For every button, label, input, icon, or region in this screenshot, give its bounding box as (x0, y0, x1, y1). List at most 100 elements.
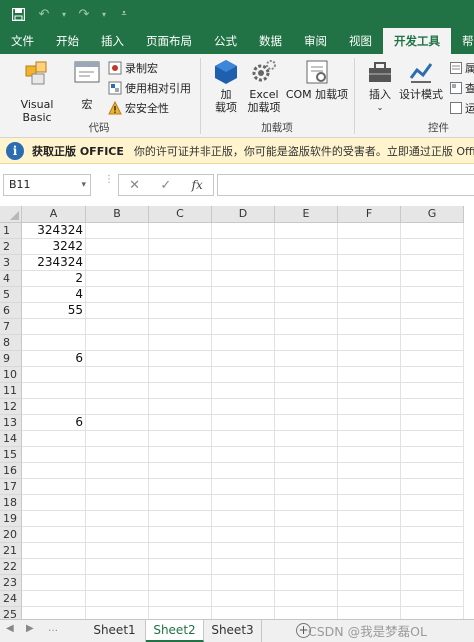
row-header-19[interactable]: 19 (0, 511, 22, 527)
cell-c12[interactable] (149, 399, 212, 415)
cell-e25[interactable] (275, 607, 338, 619)
cell-a11[interactable] (22, 383, 86, 399)
cell-a23[interactable] (22, 575, 86, 591)
addins-button[interactable]: 加 载项 (210, 58, 242, 114)
cell-a4[interactable]: 2 (22, 271, 86, 287)
cell-e21[interactable] (275, 543, 338, 559)
cell-b17[interactable] (86, 479, 149, 495)
cell-f10[interactable] (338, 367, 401, 383)
cell-e10[interactable] (275, 367, 338, 383)
cell-c13[interactable] (149, 415, 212, 431)
next-sheet-icon[interactable]: ▶ (26, 623, 34, 634)
row-header-7[interactable]: 7 (0, 319, 22, 335)
cell-f6[interactable] (338, 303, 401, 319)
visual-basic-button[interactable]: Visual Basic (6, 58, 68, 124)
row-header-13[interactable]: 13 (0, 415, 22, 431)
cell-g12[interactable] (401, 399, 464, 415)
enter-icon[interactable]: ✓ (160, 178, 171, 193)
cell-f23[interactable] (338, 575, 401, 591)
row-header-15[interactable]: 15 (0, 447, 22, 463)
cell-d1[interactable] (212, 223, 275, 239)
cell-b12[interactable] (86, 399, 149, 415)
cell-d21[interactable] (212, 543, 275, 559)
cell-a14[interactable] (22, 431, 86, 447)
tab-3[interactable]: 页面布局 (135, 28, 203, 54)
cell-b2[interactable] (86, 239, 149, 255)
cell-e12[interactable] (275, 399, 338, 415)
cell-g2[interactable] (401, 239, 464, 255)
insert-function-icon[interactable]: fx (192, 178, 203, 192)
cell-c15[interactable] (149, 447, 212, 463)
cell-e20[interactable] (275, 527, 338, 543)
save-icon[interactable] (8, 4, 28, 24)
cell-g8[interactable] (401, 335, 464, 351)
cell-a21[interactable] (22, 543, 86, 559)
name-box[interactable]: B11 ▾ (3, 174, 91, 196)
cell-a19[interactable] (22, 511, 86, 527)
cell-c21[interactable] (149, 543, 212, 559)
cell-d23[interactable] (212, 575, 275, 591)
cell-b21[interactable] (86, 543, 149, 559)
cell-d3[interactable] (212, 255, 275, 271)
cell-a1[interactable]: 324324 (22, 223, 86, 239)
tab-6[interactable]: 审阅 (293, 28, 338, 54)
cell-b8[interactable] (86, 335, 149, 351)
cell-f1[interactable] (338, 223, 401, 239)
cell-g14[interactable] (401, 431, 464, 447)
cell-d6[interactable] (212, 303, 275, 319)
cell-b25[interactable] (86, 607, 149, 619)
relative-reference-button[interactable]: 使用相对引用 (108, 80, 191, 96)
cell-b1[interactable] (86, 223, 149, 239)
cell-c22[interactable] (149, 559, 212, 575)
cell-e17[interactable] (275, 479, 338, 495)
cell-e8[interactable] (275, 335, 338, 351)
cell-g17[interactable] (401, 479, 464, 495)
cell-b24[interactable] (86, 591, 149, 607)
cell-b3[interactable] (86, 255, 149, 271)
cell-c18[interactable] (149, 495, 212, 511)
cell-a16[interactable] (22, 463, 86, 479)
column-header-f[interactable]: F (338, 206, 401, 223)
cell-g5[interactable] (401, 287, 464, 303)
sheet-tab-2[interactable]: Sheet2 (146, 620, 204, 642)
cell-e14[interactable] (275, 431, 338, 447)
cell-g21[interactable] (401, 543, 464, 559)
cell-a12[interactable] (22, 399, 86, 415)
cell-g22[interactable] (401, 559, 464, 575)
cancel-icon[interactable]: ✕ (129, 178, 140, 193)
cell-f12[interactable] (338, 399, 401, 415)
cell-e9[interactable] (275, 351, 338, 367)
redo-dropdown-icon[interactable]: ▾ (100, 4, 108, 24)
row-header-3[interactable]: 3 (0, 255, 22, 271)
column-header-g[interactable]: G (401, 206, 464, 223)
tab-4[interactable]: 公式 (203, 28, 248, 54)
cell-b18[interactable] (86, 495, 149, 511)
cell-d4[interactable] (212, 271, 275, 287)
cell-d19[interactable] (212, 511, 275, 527)
cell-f11[interactable] (338, 383, 401, 399)
cell-a5[interactable]: 4 (22, 287, 86, 303)
cell-a8[interactable] (22, 335, 86, 351)
select-all-corner[interactable] (0, 206, 22, 223)
cell-f13[interactable] (338, 415, 401, 431)
cell-e2[interactable] (275, 239, 338, 255)
cell-c14[interactable] (149, 431, 212, 447)
cell-f19[interactable] (338, 511, 401, 527)
row-header-22[interactable]: 22 (0, 559, 22, 575)
cell-a6[interactable]: 55 (22, 303, 86, 319)
cell-a13[interactable]: 6 (22, 415, 86, 431)
cell-a2[interactable]: 3242 (22, 239, 86, 255)
cell-e18[interactable] (275, 495, 338, 511)
column-header-b[interactable]: B (86, 206, 149, 223)
cell-g1[interactable] (401, 223, 464, 239)
cell-f25[interactable] (338, 607, 401, 619)
cell-b11[interactable] (86, 383, 149, 399)
cell-g15[interactable] (401, 447, 464, 463)
macro-security-button[interactable]: 宏安全性 (108, 100, 169, 116)
cell-c10[interactable] (149, 367, 212, 383)
properties-button[interactable]: 属 (450, 60, 474, 76)
cell-d12[interactable] (212, 399, 275, 415)
cell-d11[interactable] (212, 383, 275, 399)
cell-a17[interactable] (22, 479, 86, 495)
cell-d14[interactable] (212, 431, 275, 447)
